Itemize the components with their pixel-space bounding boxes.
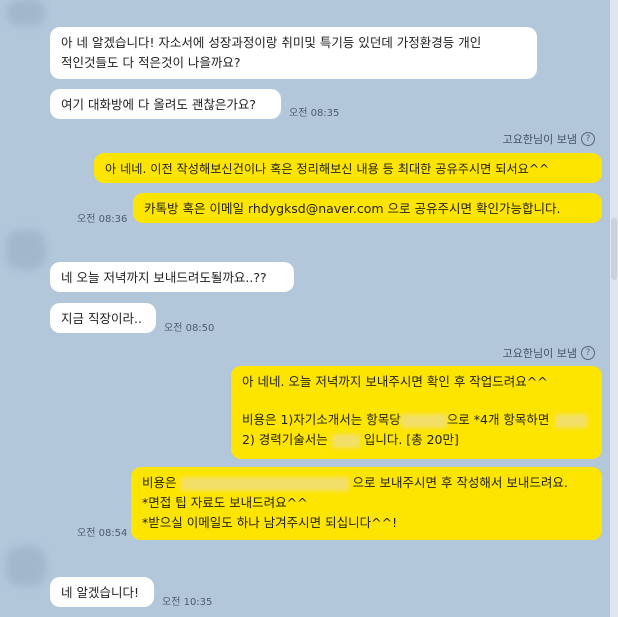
- redacted-block: [400, 413, 447, 428]
- redacted-block: [180, 476, 349, 491]
- redacted-block: [331, 433, 360, 448]
- avatar[interactable]: [6, 0, 46, 26]
- message-time: 오전 08:35: [289, 108, 340, 119]
- message-bubble-received: 네 알겠습니다!: [50, 577, 154, 607]
- sender-name: 고요한님이 보냄: [502, 133, 577, 146]
- sender-label: 고요한님이 보냄 ?: [503, 345, 595, 361]
- message-bubble-sent: 카톡방 혹은 이메일 rhdygksd@naver.com 으로 공유주시면 확…: [133, 193, 602, 223]
- scrollbar-thumb[interactable]: [611, 218, 617, 280]
- message-time: 오전 10:35: [162, 597, 213, 608]
- message-bubble-sent: 아 네네. 오늘 저녁까지 보내주시면 확인 후 작업드려요^^ 비용은 1)자…: [231, 366, 602, 459]
- message-text: 2) 경력기술서는: [242, 432, 328, 447]
- message-bubble-sent: 아 네네. 이전 작성해보신건이나 혹은 정리해보신 내용 등 최대한 공유주시…: [94, 153, 602, 183]
- message-time: 오전 08:54: [77, 528, 128, 539]
- message-line: *면접 팁 자료도 보내드려요^^: [142, 495, 308, 510]
- avatar[interactable]: [6, 230, 46, 270]
- chat-area: 아 네 알겠습니다! 자소서에 성장과정이랑 취미및 특기등 있던데 가정환경등…: [0, 0, 610, 617]
- avatar[interactable]: [6, 546, 46, 586]
- message-text: 으로 *4개 항목하면: [446, 412, 550, 427]
- message-bubble-received: 여기 대화방에 다 올려도 괜찮은가요?: [50, 89, 281, 119]
- message-text: 비용은: [142, 475, 177, 490]
- message-line: 2) 경력기술서는 입니다. [총 20만]: [242, 430, 591, 450]
- message-bubble-sent: 비용은 으로 보내주시면 후 작성해서 보내드려요. *면접 팁 자료도 보내드려…: [131, 467, 602, 540]
- message-time: 오전 08:36: [77, 214, 128, 225]
- help-icon[interactable]: ?: [581, 346, 595, 360]
- sender-name: 고요한님이 보냄: [502, 347, 577, 360]
- message-time: 오전 08:50: [164, 323, 215, 334]
- message-bubble-received: 네 오늘 저녁까지 보내드려도될까요..??: [50, 262, 294, 292]
- message-text: 입니다. [총 20만]: [363, 432, 459, 447]
- message-line: 비용은 1)자기소개서는 항목당 으로 *4개 항목하면: [242, 410, 591, 430]
- message-text: 비용은 1)자기소개서는 항목당: [242, 412, 401, 427]
- message-line: 비용은 으로 보내주시면 후 작성해서 보내드려요.: [142, 473, 591, 493]
- message-line: 아 네네. 오늘 저녁까지 보내주시면 확인 후 작업드려요^^: [242, 374, 548, 389]
- message-bubble-received: 아 네 알겠습니다! 자소서에 성장과정이랑 취미및 특기등 있던데 가정환경등…: [50, 27, 537, 79]
- message-bubble-received: 지금 직장이라..: [50, 303, 156, 333]
- message-line: *받으실 이메일도 하나 남겨주시면 되십니다^^!: [142, 515, 398, 530]
- scrollbar-track[interactable]: [610, 0, 618, 617]
- redacted-block: [555, 413, 588, 428]
- message-text: 으로 보내주시면 후 작성해서 보내드려요.: [352, 475, 568, 490]
- sender-label: 고요한님이 보냄 ?: [503, 131, 595, 147]
- help-icon[interactable]: ?: [581, 132, 595, 146]
